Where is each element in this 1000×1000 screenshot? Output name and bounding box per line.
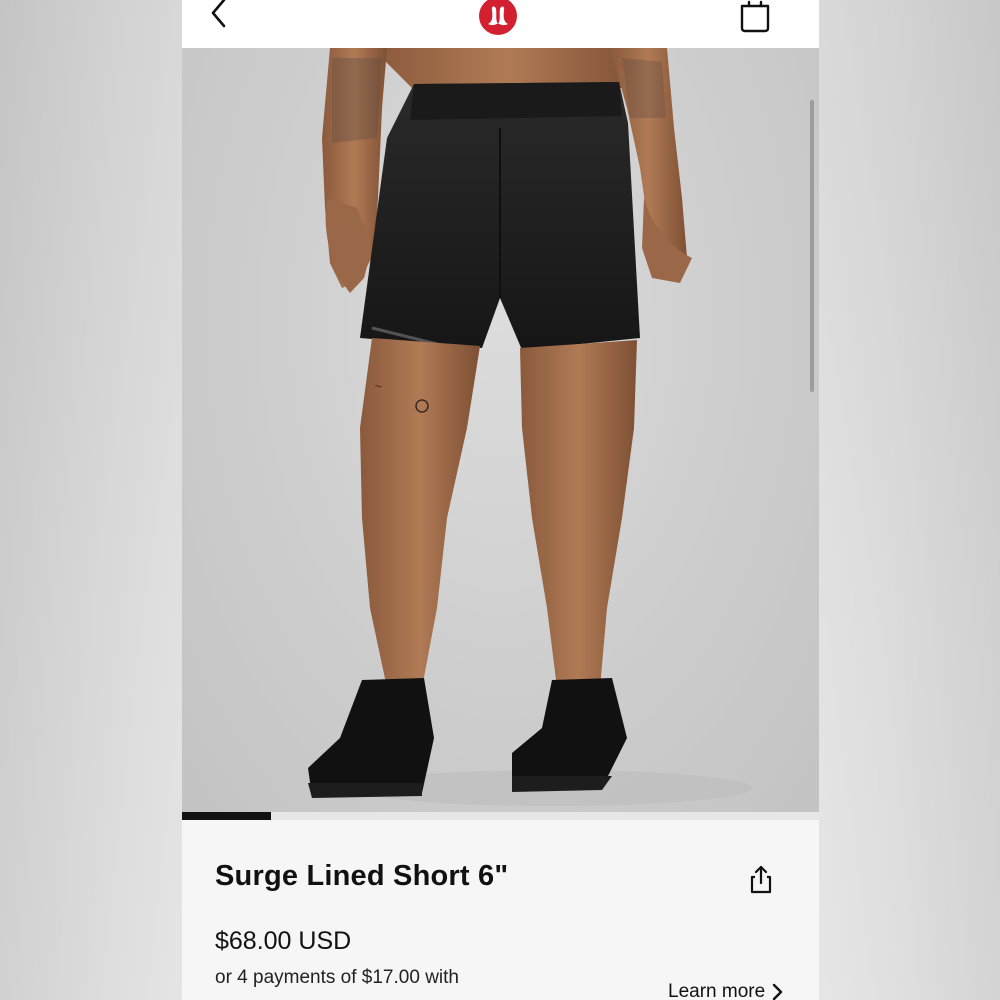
- carousel-progress-indicator: [182, 812, 272, 820]
- product-image[interactable]: ~: [182, 48, 819, 818]
- share-icon: [750, 865, 772, 894]
- learn-more-link[interactable]: Learn more: [668, 981, 783, 1000]
- back-button[interactable]: [204, 0, 234, 30]
- learn-more-label: Learn more: [668, 981, 766, 1000]
- share-button[interactable]: [748, 865, 774, 895]
- top-navigation-bar: [182, 0, 819, 48]
- logo-icon: [479, 0, 517, 35]
- product-info-section: Surge Lined Short 6" $68.00 USD or 4 pay…: [182, 820, 819, 1000]
- chevron-right-icon: [772, 983, 783, 1000]
- chevron-left-icon: [211, 0, 226, 28]
- product-page: ~ Surge Lined Short 6" $68.00 USD or 4 p…: [182, 0, 819, 1000]
- product-price: $68.00 USD: [215, 927, 352, 955]
- installment-text: or 4 payments of $17.00 with: [215, 967, 459, 988]
- shopping-bag-icon: [740, 0, 770, 33]
- lululemon-logo[interactable]: [476, 0, 520, 36]
- carousel-progress-track: [182, 812, 819, 820]
- image-scrollbar[interactable]: [810, 100, 814, 392]
- shopping-bag-button[interactable]: [737, 0, 773, 34]
- model-wearing-shorts-illustration: ~: [308, 48, 752, 806]
- product-title: Surge Lined Short 6": [215, 860, 509, 892]
